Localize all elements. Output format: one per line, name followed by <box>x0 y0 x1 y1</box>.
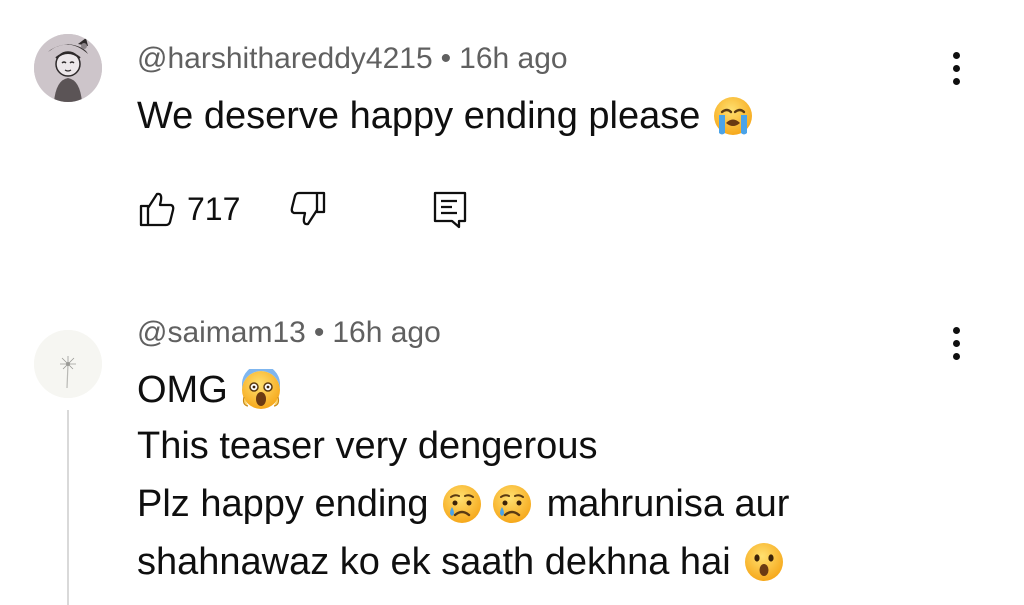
comment-text-line-2: This teaser very dengerous <box>137 424 597 468</box>
reply-icon <box>434 191 467 229</box>
comment-time[interactable]: 16h ago <box>459 42 567 75</box>
hushed-face-emoji <box>744 543 783 581</box>
crying-face-emoji <box>442 485 481 523</box>
crying-face-emoji <box>492 485 531 523</box>
more-vert-icon[interactable] <box>938 320 974 366</box>
author-name[interactable]: @harshithareddy4215 <box>137 42 433 75</box>
face-screaming-in-fear-emoji <box>241 369 280 409</box>
comment-meta: @saimam13 • 16h ago <box>137 316 441 350</box>
reply-button[interactable] <box>430 189 470 229</box>
avatar[interactable] <box>34 330 102 398</box>
comment-line: shahnawaz ko ek saath dekhna hai <box>137 541 731 583</box>
comment-text: We deserve happy ending please <box>137 94 754 138</box>
loudly-crying-face-emoji <box>714 97 753 135</box>
thread-line <box>67 410 69 605</box>
like-icon <box>139 192 175 227</box>
comment-line: This teaser very dengerous <box>137 425 598 467</box>
comment-text-line-1: OMG <box>137 368 282 412</box>
avatar[interactable] <box>34 34 102 102</box>
comment-line: We deserve happy ending please <box>137 95 701 137</box>
meta-separator: • <box>440 42 452 75</box>
comment-actions: 717 <box>137 186 470 232</box>
more-vert-icon[interactable] <box>938 45 974 91</box>
comment-text-line-4: shahnawaz ko ek saath dekhna hai <box>137 540 785 584</box>
comment-thread-1: @harshithareddy4215 • 16h ago We deserve h… <box>0 0 1024 300</box>
comment-thread-2: @saimam13 • 16h ago OMG This teaser very d… <box>0 300 1024 605</box>
like-button[interactable]: 717 <box>137 189 240 229</box>
comment-line: Plz happy ending <box>137 483 429 525</box>
author-name[interactable]: @saimam13 <box>137 316 306 349</box>
comment-line: mahrunisa aur <box>546 483 790 525</box>
comment-line: OMG <box>137 369 228 411</box>
comment-meta: @harshithareddy4215 • 16h ago <box>137 42 568 76</box>
like-count: 717 <box>187 190 241 227</box>
dislike-icon <box>290 191 326 226</box>
comment-time[interactable]: 16h ago <box>332 316 440 349</box>
dislike-button[interactable] <box>288 189 328 229</box>
meta-separator: • <box>313 316 325 349</box>
comment-text-line-3: Plz happy ending mahrunisa aur <box>137 482 789 526</box>
